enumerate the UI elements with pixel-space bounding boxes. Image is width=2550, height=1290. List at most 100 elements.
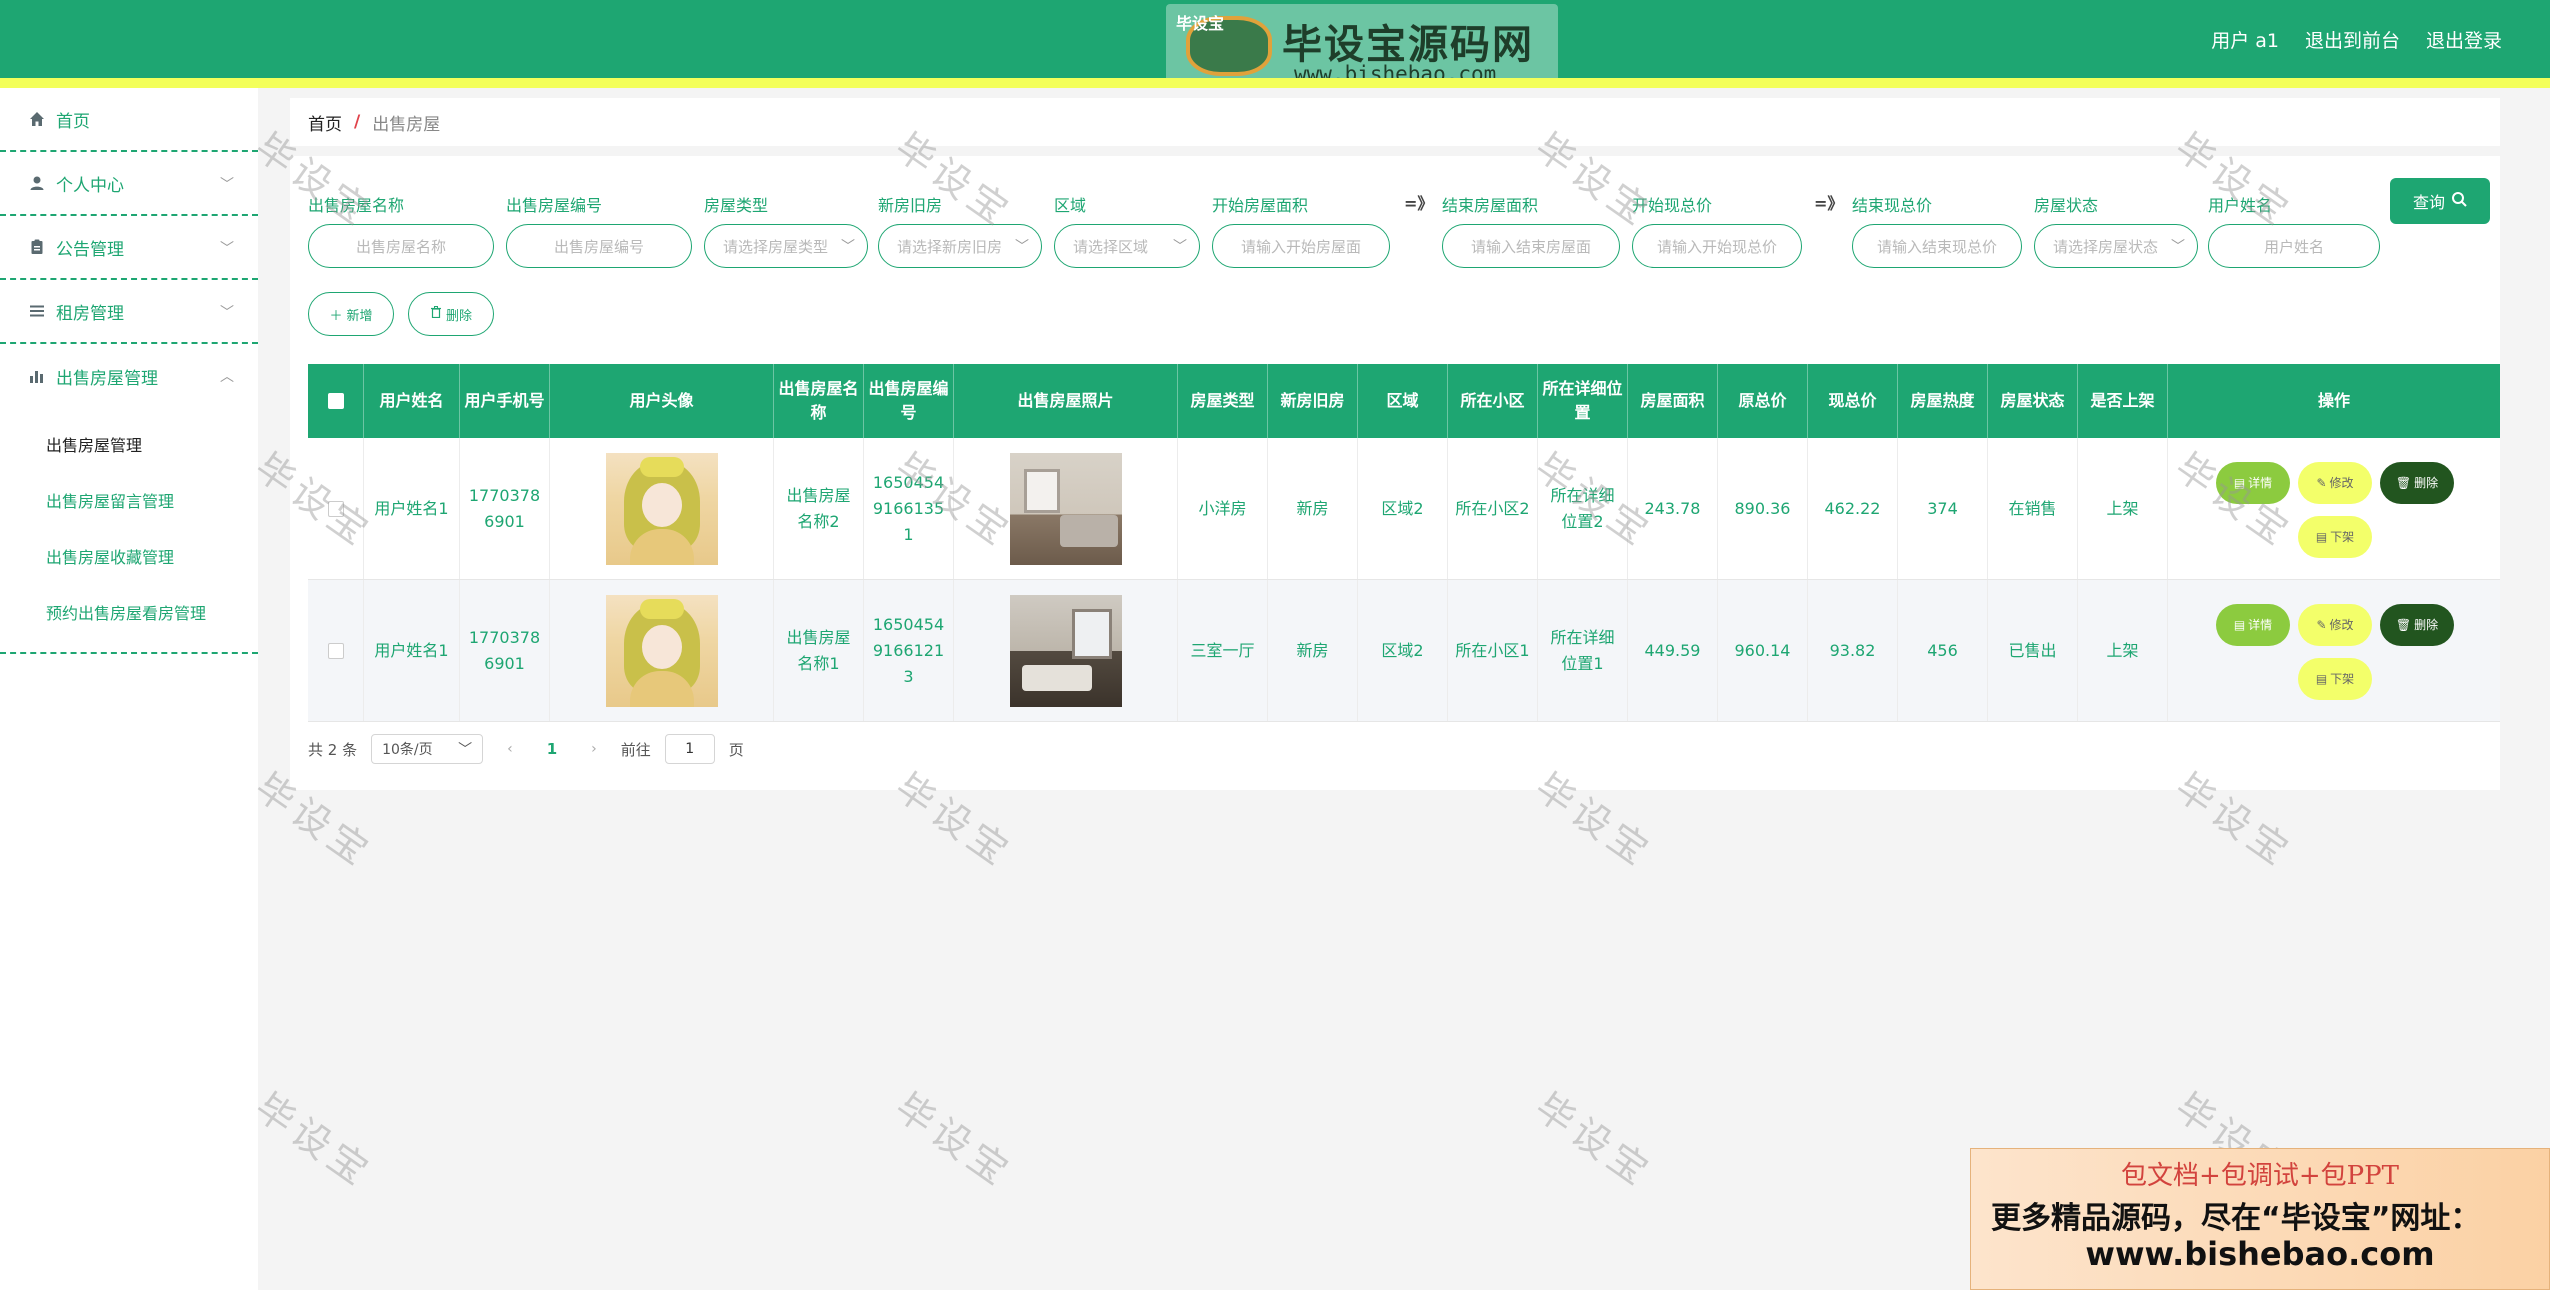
chevron-up-icon: ︿ <box>220 369 234 385</box>
area-select[interactable]: 请选择区域 ﹀ <box>1054 224 1200 268</box>
cell-status: 已售出 <box>1988 580 2078 721</box>
edit-icon: ✎ <box>2316 476 2327 490</box>
trash-icon <box>430 306 442 322</box>
add-button-label: 新增 <box>346 308 373 324</box>
detail-label: 详情 <box>2248 476 2273 490</box>
column-header: 出售房屋名称 <box>774 364 864 438</box>
cell-user-name: 用户姓名1 <box>364 580 460 721</box>
goto-page-value: 1 <box>685 741 695 757</box>
promo-url[interactable]: www.bishebao.com <box>1971 1235 2549 1273</box>
cell-phone: 17703786901 <box>460 580 550 721</box>
batch-delete-button[interactable]: 删除 <box>408 292 494 336</box>
placeholder: 请选择新房旧房 <box>897 237 1003 256</box>
placeholder: 请输入开始房屋面 <box>1240 237 1361 256</box>
breadcrumb-home[interactable]: 首页 <box>308 110 342 135</box>
cell-location: 所在详细位置1 <box>1538 580 1628 721</box>
cell-area: 区域2 <box>1358 580 1448 721</box>
submenu-item-sale-viewing[interactable]: 预约出售房屋看房管理 <box>0 584 258 640</box>
edit-label: 修改 <box>2329 618 2354 632</box>
table-header: 用户姓名 用户手机号 用户头像 出售房屋名称 出售房屋编号 出售房屋照片 房屋类… <box>308 364 2500 438</box>
filter-label-start-size: 开始房屋面积 <box>1212 196 1309 215</box>
status-select[interactable]: 请选择房屋状态 ﹀ <box>2034 224 2198 268</box>
delete-button[interactable]: 🗑 删除 <box>2380 462 2454 504</box>
sidebar-item-label: 租房管理 <box>56 303 124 324</box>
plus-icon: ＋ <box>329 308 343 324</box>
header-select-all[interactable] <box>308 364 364 438</box>
unlist-button[interactable]: ▤ 下架 <box>2298 516 2372 558</box>
sidebar-item-home[interactable]: 首页 <box>0 88 258 152</box>
filter-label-house-type: 房屋类型 <box>704 196 769 215</box>
start-price-input[interactable]: 请输入开始现总价 <box>1632 224 1802 268</box>
user-name-input[interactable]: 用户姓名 <box>2208 224 2380 268</box>
add-button[interactable]: ＋ 新增 <box>308 292 394 336</box>
column-header: 用户姓名 <box>364 364 460 438</box>
sidebar-item-personal[interactable]: 个人中心 ﹀ <box>0 152 258 216</box>
edit-label: 修改 <box>2329 476 2354 490</box>
end-size-input[interactable]: 请输入结束房屋面 <box>1442 224 1620 268</box>
sidebar-item-rent[interactable]: 租房管理 ﹀ <box>0 280 258 344</box>
new-old-select[interactable]: 请选择新房旧房 ﹀ <box>878 224 1042 268</box>
page-number[interactable]: 1 <box>537 740 567 758</box>
select-all-checkbox[interactable] <box>327 393 344 409</box>
detail-button[interactable]: ▤ 详情 <box>2216 462 2290 504</box>
page-unit-label: 页 <box>728 740 744 759</box>
query-button-label: 查询 <box>2412 193 2445 212</box>
submenu-item-sale-manage[interactable]: 出售房屋管理 <box>0 416 258 472</box>
goto-page-input[interactable]: 1 <box>664 734 715 764</box>
query-button[interactable]: 查询 <box>2390 178 2490 224</box>
home-icon <box>28 110 46 128</box>
row-checkbox[interactable] <box>327 500 344 517</box>
sidebar-item-sale[interactable]: 出售房屋管理 ︿ <box>0 344 258 408</box>
column-header: 区域 <box>1358 364 1448 438</box>
house-photo-image[interactable] <box>1009 594 1122 707</box>
house-photo-image[interactable] <box>1009 452 1122 565</box>
placeholder: 请选择区域 <box>1073 237 1149 256</box>
edit-button[interactable]: ✎ 修改 <box>2298 462 2372 504</box>
cell-orig-price: 960.14 <box>1718 580 1808 721</box>
user-avatar-image[interactable] <box>605 594 718 707</box>
row-select-cell <box>308 580 364 721</box>
sidebar-item-label: 出售房屋管理 <box>56 368 158 389</box>
logout-link[interactable]: 退出登录 <box>2426 26 2502 53</box>
end-price-input[interactable]: 请输入结束现总价 <box>1852 224 2022 268</box>
watermark: 毕设宝 <box>247 1084 381 1197</box>
range-arrow-size: =》 <box>1404 194 1434 213</box>
column-header: 房屋状态 <box>1988 364 2078 438</box>
unlist-button[interactable]: ▤ 下架 <box>2298 658 2372 700</box>
submenu-item-sale-comments[interactable]: 出售房屋留言管理 <box>0 472 258 528</box>
edit-button[interactable]: ✎ 修改 <box>2298 604 2372 646</box>
page-size-select[interactable]: 10条/页 ﹀ <box>371 734 484 764</box>
row-select-cell <box>308 438 364 579</box>
cell-community: 所在小区2 <box>1448 438 1538 579</box>
cell-cur-price: 462.22 <box>1808 438 1898 579</box>
delete-label: 删除 <box>2414 476 2439 490</box>
chevron-down-icon: ﹀ <box>841 239 855 255</box>
list-icon <box>28 302 46 320</box>
column-header: 所在小区 <box>1448 364 1538 438</box>
row-checkbox[interactable] <box>327 642 344 659</box>
house-no-input[interactable]: 出售房屋编号 <box>506 224 692 268</box>
next-page-icon[interactable]: › <box>581 741 607 757</box>
cell-operations: ▤ 详情 ✎ 修改 🗑 删除 ▤ 下架 <box>2168 580 2500 721</box>
prev-page-icon[interactable]: ‹ <box>497 741 523 757</box>
detail-button[interactable]: ▤ 详情 <box>2216 604 2290 646</box>
chevron-down-icon: ﹀ <box>458 742 473 758</box>
cell-house-no: 16504549166135 1 <box>864 438 954 579</box>
back-to-front-link[interactable]: 退出到前台 <box>2305 26 2400 53</box>
house-name-input[interactable]: 出售房屋名称 <box>308 224 494 268</box>
column-header: 用户头像 <box>550 364 774 438</box>
detail-icon: ▤ <box>2233 476 2246 490</box>
cell-avatar <box>550 438 774 579</box>
chevron-down-icon: ﹀ <box>2171 239 2185 255</box>
house-type-select[interactable]: 请选择房屋类型 ﹀ <box>704 224 868 268</box>
sidebar-item-notice[interactable]: 公告管理 ﹀ <box>0 216 258 280</box>
start-size-input[interactable]: 请输入开始房屋面 <box>1212 224 1390 268</box>
submenu-item-sale-favorites[interactable]: 出售房屋收藏管理 <box>0 528 258 584</box>
cell-orig-price: 890.36 <box>1718 438 1808 579</box>
column-header: 出售房屋编号 <box>864 364 954 438</box>
detail-icon: ▤ <box>2233 618 2246 632</box>
site-logo: 毕设宝 毕设宝源码网 www.bishebao.com <box>1166 4 1558 86</box>
placeholder: 请选择房屋状态 <box>2053 237 2159 256</box>
delete-button[interactable]: 🗑 删除 <box>2380 604 2454 646</box>
user-avatar-image[interactable] <box>605 452 718 565</box>
